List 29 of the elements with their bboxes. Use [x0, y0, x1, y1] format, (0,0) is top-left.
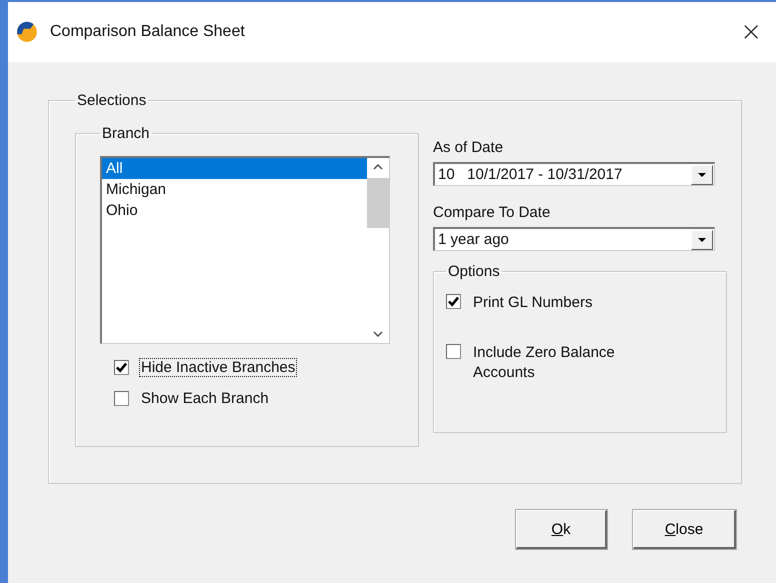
window-title: Comparison Balance Sheet [50, 23, 246, 41]
compare-to-date-dropdown[interactable]: 1 year ago [433, 227, 715, 251]
checkbox[interactable] [114, 391, 129, 406]
list-item[interactable]: All [102, 158, 367, 179]
branch-list[interactable]: All Michigan Ohio [100, 156, 390, 344]
field-label: As of Date [433, 139, 504, 156]
scroll-thumb[interactable] [367, 178, 389, 228]
group-label: Branch [101, 125, 151, 142]
dialog-button[interactable]: Ok [516, 510, 607, 549]
checkbox-label[interactable]: Include Zero Balance Accounts [471, 342, 675, 384]
list-item[interactable]: Michigan [102, 179, 367, 200]
checkbox-label[interactable]: Hide Inactive Branches [139, 358, 298, 377]
field-label: Compare To Date [433, 204, 552, 221]
checkbox[interactable] [446, 294, 461, 309]
checkbox[interactable] [446, 344, 461, 359]
as-of-date-dropdown[interactable]: 10 10/1/2017 - 10/31/2017 [433, 162, 715, 186]
app-logo-icon [16, 21, 38, 43]
dropdown-arrow-icon[interactable] [698, 172, 706, 176]
group-label: Selections [76, 92, 148, 109]
scroll-up-icon[interactable] [373, 164, 383, 170]
close-button[interactable]: × [730, 17, 772, 47]
checkbox-label[interactable]: Show Each Branch [139, 389, 271, 408]
scroll-down-icon[interactable] [373, 331, 383, 337]
group-label: Options [447, 263, 501, 280]
list-item[interactable]: Ohio [102, 200, 367, 221]
checkbox-label[interactable]: Print GL Numbers [471, 292, 675, 314]
dropdown-arrow-icon[interactable] [698, 238, 706, 242]
dialog-button[interactable]: Close [633, 510, 736, 549]
checkbox[interactable] [114, 360, 129, 375]
